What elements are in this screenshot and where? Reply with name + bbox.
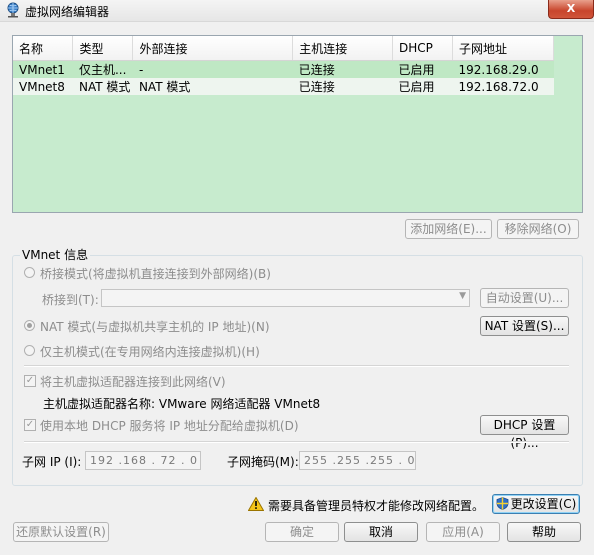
change-settings-button[interactable]: 更改设置(C) — [492, 494, 580, 514]
cell-type: 仅主机... — [72, 60, 133, 78]
column-header-external[interactable]: 外部连接 — [132, 36, 294, 61]
shield-icon — [496, 497, 509, 510]
table-row[interactable]: VMnet8 NAT 模式 NAT 模式 已连接 已启用 192.168.72.… — [13, 78, 554, 95]
bridged-to-label: 桥接到(T): — [42, 293, 99, 307]
dhcp-settings-button[interactable]: DHCP 设置(P)... — [480, 415, 569, 450]
restore-defaults-button[interactable]: 还原默认设置(R) — [13, 522, 109, 542]
connect-adapter-label: 将主机虚拟适配器连接到此网络(V) — [40, 375, 226, 389]
nat-settings-button[interactable]: NAT 设置(S)... — [480, 316, 569, 336]
cell-dhcp: 已启用 — [392, 60, 453, 78]
window-title: 虚拟网络编辑器 — [25, 5, 110, 19]
subnet-ip-field[interactable]: 192 .168 . 72 . 0 — [85, 451, 201, 470]
column-header-dhcp[interactable]: DHCP — [392, 36, 453, 61]
network-table: 名称 类型 外部连接 主机连接 DHCP 子网地址 VMnet1 仅主机... … — [12, 35, 583, 213]
cell-host: 已连接 — [292, 60, 393, 78]
cell-name: VMnet1 — [13, 60, 73, 78]
host-only-mode-radio[interactable] — [24, 345, 35, 356]
nat-mode-radio[interactable] — [24, 320, 35, 331]
help-button[interactable]: 帮助 — [507, 522, 581, 542]
warning-icon — [248, 497, 264, 511]
subnet-mask-field[interactable]: 255 .255 .255 . 0 — [299, 451, 416, 470]
remove-network-button[interactable]: 移除网络(O) — [497, 219, 579, 239]
cell-host: 已连接 — [292, 78, 393, 95]
cell-external: NAT 模式 — [132, 78, 293, 95]
use-dhcp-checkbox[interactable]: ✓ — [24, 419, 36, 431]
cell-subnet: 192.168.72.0 — [452, 78, 554, 95]
auto-settings-button[interactable]: 自动设置(U)... — [480, 288, 569, 308]
column-header-host[interactable]: 主机连接 — [292, 36, 394, 61]
table-header-row: 名称 类型 外部连接 主机连接 DHCP 子网地址 — [13, 36, 555, 61]
subnet-ip-label: 子网 IP (I): — [22, 455, 82, 469]
subnet-mask-label: 子网掩码(M): — [227, 455, 299, 469]
column-header-subnet[interactable]: 子网地址 — [452, 36, 555, 61]
connect-adapter-checkbox[interactable]: ✓ — [24, 375, 36, 387]
bridged-mode-label: 桥接模式(将虚拟机直接连接到外部网络)(B) — [40, 267, 271, 281]
cell-dhcp: 已启用 — [392, 78, 453, 95]
close-button[interactable]: X — [548, 0, 594, 19]
adapter-name-text: 主机虚拟适配器名称: VMware 网络适配器 VMnet8 — [43, 397, 321, 411]
ok-button[interactable]: 确定 — [265, 522, 339, 542]
chevron-down-icon: ▼ — [459, 291, 466, 301]
apply-button[interactable]: 应用(A) — [426, 522, 500, 542]
change-settings-label: 更改设置(C) — [510, 497, 577, 511]
admin-warning-text: 需要具备管理员特权才能修改网络配置。 — [268, 499, 485, 513]
add-network-button[interactable]: 添加网络(E)... — [405, 219, 492, 239]
host-only-mode-label: 仅主机模式(在专用网络内连接虚拟机)(H) — [40, 345, 260, 359]
cancel-button[interactable]: 取消 — [344, 522, 418, 542]
cell-external: - — [132, 60, 293, 78]
bridged-mode-radio[interactable] — [24, 267, 35, 278]
cell-name: VMnet8 — [13, 78, 73, 95]
title-bar: 虚拟网络编辑器 X — [0, 0, 594, 22]
divider — [24, 441, 569, 443]
divider — [24, 365, 569, 367]
nat-mode-label: NAT 模式(与虚拟机共享主机的 IP 地址)(N) — [40, 320, 270, 334]
column-header-name[interactable]: 名称 — [13, 36, 74, 61]
bridged-to-select[interactable]: ▼ — [101, 289, 470, 307]
cell-subnet: 192.168.29.0 — [452, 60, 554, 78]
network-table-grid: 名称 类型 外部连接 主机连接 DHCP 子网地址 VMnet1 仅主机... … — [13, 36, 555, 95]
cell-type: NAT 模式 — [72, 78, 133, 95]
vmnet-info-title: VMnet 信息 — [20, 246, 91, 263]
column-header-type[interactable]: 类型 — [72, 36, 134, 61]
use-dhcp-label: 使用本地 DHCP 服务将 IP 地址分配给虚拟机(D) — [40, 419, 299, 433]
table-row[interactable]: VMnet1 仅主机... - 已连接 已启用 192.168.29.0 — [13, 60, 554, 78]
network-globe-icon — [7, 2, 19, 18]
